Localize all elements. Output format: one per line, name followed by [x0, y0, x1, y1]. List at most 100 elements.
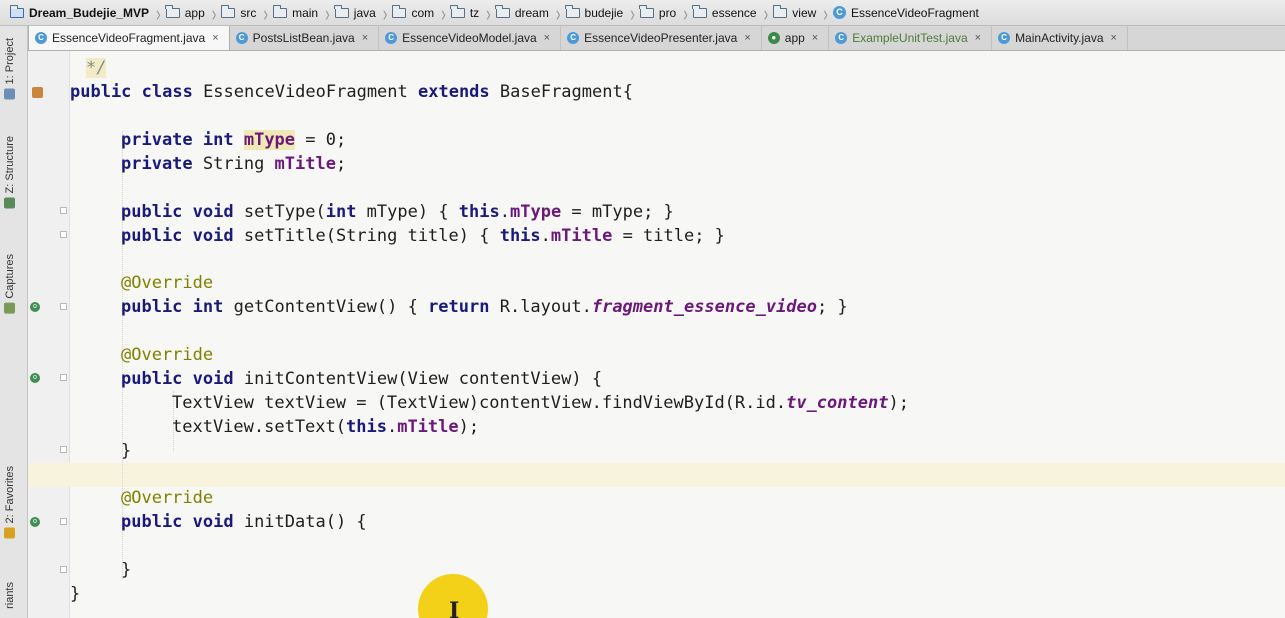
- code-line: public void initContentView(View content…: [121, 369, 603, 389]
- close-icon[interactable]: ×: [212, 32, 218, 44]
- code-line: private String mTitle;: [121, 154, 347, 174]
- fold-toggle-icon[interactable]: [60, 446, 67, 453]
- code-line: public void setTitle(String title) { thi…: [121, 226, 725, 246]
- java-class-icon: C: [835, 32, 848, 44]
- editor-tab[interactable]: C EssenceVideoPresenter.java ×: [561, 26, 762, 50]
- breadcrumb-item[interactable]: essence: [691, 4, 761, 20]
- code-editor[interactable]: */ public class EssenceVideoFragment ext…: [28, 51, 1285, 618]
- editor-tab[interactable]: C EssenceVideoFragment.java ×: [28, 26, 230, 50]
- breadcrumb-label: essence: [711, 5, 757, 20]
- breadcrumb-item[interactable]: src: [219, 4, 260, 20]
- code-line: @Override: [121, 345, 214, 365]
- close-icon[interactable]: ×: [362, 32, 368, 44]
- fold-toggle-icon[interactable]: [60, 374, 67, 381]
- override-marker-icon[interactable]: o: [30, 373, 40, 383]
- breadcrumb-label: main: [292, 5, 319, 20]
- code-line: public class EssenceVideoFragment extend…: [70, 82, 633, 102]
- tab-label: ExampleUnitTest.java: [852, 31, 968, 45]
- code-line: }: [121, 560, 132, 580]
- build-variants-tool-button[interactable]: riants: [4, 582, 16, 609]
- editor-tab[interactable]: ● app ×: [762, 26, 830, 50]
- folder-icon: [220, 4, 236, 18]
- breadcrumb-label: dream: [514, 5, 549, 20]
- java-class-icon: C: [998, 32, 1011, 44]
- breadcrumb-item[interactable]: view: [771, 4, 820, 20]
- java-class-icon: C: [35, 32, 47, 44]
- tab-label: EssenceVideoFragment.java: [52, 31, 206, 45]
- breadcrumb-separator-icon: ›: [211, 0, 217, 26]
- editor-tab[interactable]: C PostsListBean.java ×: [230, 26, 380, 50]
- breadcrumb-separator-icon: ›: [630, 0, 635, 26]
- editor-tab-bar: C EssenceVideoFragment.java × C PostsListBea…: [28, 26, 1285, 51]
- breadcrumb-separator-icon: ›: [683, 0, 688, 26]
- project-tool-label: 1: Project: [4, 38, 16, 85]
- text-cursor-icon: I: [449, 598, 460, 618]
- breadcrumb-separator-icon: ›: [486, 0, 491, 26]
- favorites-tool-label: 2: Favorites: [4, 466, 16, 524]
- project-folder-icon: [9, 4, 24, 18]
- tab-label: MainActivity.java: [1015, 31, 1104, 45]
- breadcrumb-label: com: [411, 5, 435, 20]
- breadcrumb-label: app: [184, 5, 205, 20]
- package-icon: [692, 4, 707, 18]
- class-icon: C: [832, 6, 846, 19]
- fold-toggle-icon[interactable]: [60, 303, 67, 310]
- editor-tab[interactable]: C MainActivity.java ×: [992, 26, 1128, 50]
- breadcrumb-item[interactable]: pro: [638, 4, 680, 20]
- code-line: private int mType = 0;: [121, 130, 347, 150]
- captures-tool-button[interactable]: Captures: [4, 254, 16, 314]
- java-class-icon: C: [235, 32, 248, 44]
- class-marker-icon[interactable]: [32, 87, 43, 98]
- breadcrumb-item[interactable]: dream: [494, 4, 553, 20]
- folder-icon: [272, 4, 288, 18]
- captures-icon: [4, 302, 16, 314]
- close-icon[interactable]: ×: [744, 32, 750, 44]
- tab-label: PostsListBean.java: [252, 31, 355, 45]
- breadcrumb-label: java: [353, 5, 376, 20]
- module-folder-icon: [165, 4, 180, 18]
- breadcrumb-item[interactable]: Dream_Budejie_MVP: [8, 4, 153, 20]
- override-marker-icon[interactable]: o: [30, 302, 40, 312]
- breadcrumb-separator-icon: ›: [555, 0, 561, 26]
- breadcrumb-separator-icon: ›: [263, 0, 269, 26]
- captures-tool-label: Captures: [4, 254, 16, 299]
- tab-label: app: [784, 31, 805, 45]
- code-line: public void initData() {: [121, 512, 367, 532]
- project-tool-button[interactable]: 1: Project: [4, 38, 16, 100]
- package-icon: [450, 4, 465, 18]
- code-line: }: [121, 441, 132, 461]
- editor-tab[interactable]: C ExampleUnitTest.java ×: [829, 26, 993, 50]
- breadcrumb-separator-icon: ›: [156, 0, 161, 26]
- code-line: TextView textView = (TextView)contentVie…: [172, 393, 909, 413]
- fold-toggle-icon[interactable]: [60, 518, 67, 525]
- code-line: public int getContentView() { return R.l…: [121, 297, 848, 317]
- breadcrumb-item[interactable]: main: [271, 4, 322, 20]
- structure-tool-button[interactable]: Z: Structure: [4, 136, 16, 209]
- close-icon[interactable]: ×: [975, 32, 981, 44]
- fold-toggle-icon[interactable]: [60, 566, 67, 573]
- breadcrumb-item[interactable]: C EssenceVideoFragment: [831, 6, 983, 20]
- editor-gutter: o o o: [28, 51, 70, 618]
- java-class-icon: C: [567, 32, 580, 44]
- breadcrumb-item[interactable]: java: [333, 4, 380, 20]
- breadcrumb-separator-icon: ›: [325, 0, 330, 26]
- project-icon: [4, 88, 16, 100]
- breadcrumb-item[interactable]: budejie: [564, 4, 628, 20]
- close-icon[interactable]: ×: [544, 32, 550, 44]
- code-line: */: [86, 58, 107, 78]
- code-line: public void setType(int mType) { this.mT…: [121, 202, 674, 222]
- close-icon[interactable]: ×: [1111, 32, 1117, 44]
- close-icon[interactable]: ×: [812, 32, 818, 44]
- editor-tab[interactable]: C EssenceVideoModel.java ×: [379, 26, 562, 50]
- fold-toggle-icon[interactable]: [60, 231, 67, 238]
- breadcrumb-item[interactable]: app: [164, 4, 209, 20]
- breadcrumb-label: tz: [469, 5, 480, 20]
- breadcrumb-label: EssenceVideoFragment: [850, 5, 979, 20]
- favorites-tool-button[interactable]: 2: Favorites: [4, 466, 16, 539]
- breadcrumb-item[interactable]: tz: [449, 4, 483, 20]
- override-marker-icon[interactable]: o: [30, 517, 40, 527]
- fold-toggle-icon[interactable]: [60, 207, 67, 214]
- tab-label: EssenceVideoPresenter.java: [584, 31, 738, 45]
- breadcrumb-item[interactable]: com: [390, 4, 438, 20]
- code-line: }: [70, 584, 81, 604]
